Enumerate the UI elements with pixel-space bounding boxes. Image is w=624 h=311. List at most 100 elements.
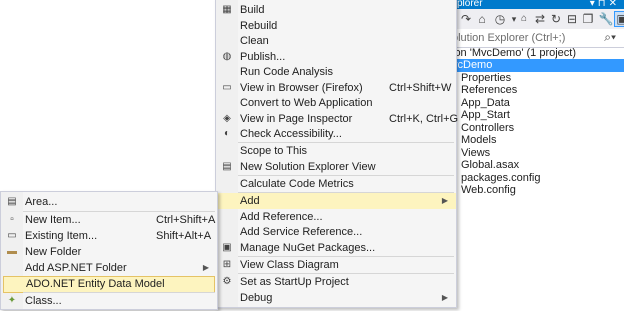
search-icon[interactable]: ⌕▾ [604,30,616,45]
menu-item-label: View Class Diagram [240,259,339,271]
tree-item-label: References [461,84,518,96]
submenu-arrow-icon: ▶ [441,293,448,302]
menu-item-add-service-reference[interactable]: Add Service Reference... [216,224,456,240]
pending-changes-icon[interactable]: ⌂ [516,11,532,27]
menu-item-new-solution-explorer-view[interactable]: ▤ New Solution Explorer View [216,159,456,175]
menu-item-check-accessibility[interactable]: ◐ Check Accessibility... [216,126,456,142]
class-icon: ✦ [7,295,17,306]
submenu-arrow-icon: ▶ [441,196,448,205]
submenu-item-area[interactable]: ▤ Area... [1,194,217,210]
menu-item-clean[interactable]: Clean [216,33,456,49]
tree-item-label: App_Start [461,109,510,121]
menu-item-shortcut: Ctrl+Shift+W [389,82,452,94]
menu-item-label: New Folder [25,246,82,258]
menu-item-label: ADO.NET Entity Data Model [26,278,165,290]
tree-item-global-asax[interactable]: Global.asax [440,159,624,172]
project-context-menu: ▦ Build Rebuild Clean ◍ Publish... Run C… [215,0,459,308]
submenu-item-ado-net-entity-data-model[interactable]: ADO.NET Entity Data Model [3,276,215,293]
tree-item-label: Web.config [461,184,516,196]
submenu-item-class[interactable]: ✦ Class... [1,293,217,309]
nuget-icon: ▣ [222,242,232,253]
solution-explorer-search[interactable]: olution Explorer (Ctrl+;) ⌕▾ [440,29,624,48]
preview-icon[interactable]: ▣ [614,11,624,27]
menu-item-view-class-diagram[interactable]: ⊞ View Class Diagram [216,257,456,273]
browser-icon: ▭ [222,82,232,93]
solution-explorer-panel: xplorer ▾⊓✕ ↶ ↷ ⌂ ◷ ▾ ⌂ ⇄ ↻ ⊟ ❐ 🔧 ▣ olut… [440,0,624,311]
tree-item-references[interactable]: References [440,84,624,97]
menu-item-label: Run Code Analysis [240,66,333,78]
submenu-item-new-folder[interactable]: ▬ New Folder [1,244,217,260]
menu-item-set-startup-project[interactable]: ⚙ Set as StartUp Project [216,274,456,290]
menu-item-label: New Item... [25,214,81,226]
dropdown-arrow-icon[interactable]: ▾ [590,0,598,9]
menu-item-label: Existing Item... [25,230,98,242]
new-view-icon: ▤ [222,161,232,172]
project-node[interactable]: vcDemo [440,59,624,72]
menu-item-view-in-browser[interactable]: ▭ View in Browser (Firefox) Ctrl+Shift+W [216,80,456,96]
menu-item-label: Add [240,195,260,207]
class-diagram-icon: ⊞ [222,259,232,270]
submenu-item-new-item[interactable]: ▫ New Item... Ctrl+Shift+A [1,212,217,228]
accessibility-icon: ◐ [223,128,231,139]
gear-icon: ⚙ [222,276,232,287]
solution-explorer-toolbar: ↶ ↷ ⌂ ◷ ▾ ⌂ ⇄ ↻ ⊟ ❐ 🔧 ▣ [440,9,624,30]
menu-item-label: Clean [240,35,269,47]
menu-item-shortcut: Ctrl+K, Ctrl+G [389,113,459,125]
menu-item-label: Area... [25,196,58,208]
menu-item-label: Set as StartUp Project [240,276,349,288]
menu-item-label: Scope to This [240,145,308,157]
submenu-item-existing-item[interactable]: ▭ Existing Item... Shift+Alt+A [1,228,217,244]
new-folder-icon: ▬ [7,246,17,257]
collapse-all-icon[interactable]: ⊟ [564,11,580,27]
publish-globe-icon: ◍ [222,51,232,62]
menu-item-label: View in Page Inspector [240,113,353,125]
area-icon: ▤ [7,196,17,207]
menu-item-shortcut: Ctrl+Shift+A [156,214,216,226]
sync-icon[interactable]: ⇄ [532,11,548,27]
properties-icon[interactable]: 🔧 [598,11,614,27]
menu-item-label: Rebuild [240,20,278,32]
menu-item-debug[interactable]: Debug ▶ [216,290,456,306]
menu-item-add-reference[interactable]: Add Reference... [216,209,456,225]
menu-item-label: Convert to Web Application [240,97,373,109]
refresh-icon[interactable]: ↻ [548,11,564,27]
menu-item-label: Build [240,4,265,16]
menu-item-rebuild[interactable]: Rebuild [216,18,456,34]
submenu-arrow-icon: ▶ [202,263,209,272]
menu-item-convert-to-web-app[interactable]: Convert to Web Application [216,95,456,111]
menu-item-publish[interactable]: ◍ Publish... [216,49,456,65]
home-icon[interactable]: ⌂ [474,11,490,27]
menu-item-view-in-page-inspector[interactable]: ◈ View in Page Inspector Ctrl+K, Ctrl+G [216,111,459,127]
tree-item-label: Models [461,134,497,146]
menu-item-label: Add Reference... [240,211,323,223]
menu-item-label: Manage NuGet Packages... [240,242,376,254]
project-label: vcDemo [452,59,493,71]
existing-item-icon: ▭ [7,230,17,241]
menu-item-scope-to-this[interactable]: Scope to This [216,143,456,159]
menu-item-run-code-analysis[interactable]: Run Code Analysis [216,64,456,80]
menu-item-label: Class... [25,295,62,307]
tree-item-label: Global.asax [461,159,520,171]
forward-icon[interactable]: ↷ [458,11,474,27]
menu-item-label: Calculate Code Metrics [240,178,354,190]
menu-item-add[interactable]: Add ▶ [216,193,456,209]
build-icon: ▦ [222,4,232,15]
show-all-files-icon[interactable]: ❐ [580,11,596,27]
menu-item-build[interactable]: ▦ Build [216,2,456,18]
menu-item-label: New Solution Explorer View [240,161,376,173]
menu-item-manage-nuget[interactable]: ▣ Manage NuGet Packages... [216,240,456,256]
menu-item-label: View in Browser (Firefox) [240,82,363,94]
pin-icon[interactable]: ⊓ [598,0,609,9]
page-inspector-icon: ◈ [223,113,231,124]
search-input[interactable]: olution Explorer (Ctrl+;) [452,32,565,44]
menu-item-label: Publish... [240,51,286,63]
close-icon[interactable]: ✕ [609,0,620,9]
menu-item-calculate-code-metrics[interactable]: Calculate Code Metrics [216,176,456,192]
tree-item-web-config[interactable]: Web.config [440,184,624,197]
tree-item-app-start[interactable]: App_Start [440,109,624,122]
submenu-item-add-aspnet-folder[interactable]: Add ASP.NET Folder ▶ [1,260,217,276]
menu-item-label: Debug [240,292,273,304]
menu-item-shortcut: Shift+Alt+A [156,230,212,242]
tree-item-models[interactable]: Models [440,134,624,147]
menu-item-label: Check Accessibility... [240,128,342,140]
